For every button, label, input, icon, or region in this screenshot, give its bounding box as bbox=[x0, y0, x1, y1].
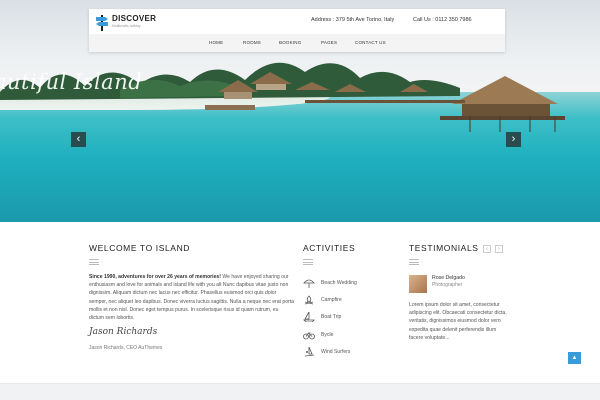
testimonial-prev-button[interactable]: ‹ bbox=[483, 245, 491, 253]
campfire-icon bbox=[304, 295, 314, 305]
windsurf-icon bbox=[304, 347, 315, 357]
signpost-icon[interactable] bbox=[95, 14, 109, 31]
testimonials-title: TESTIMONIALS bbox=[409, 243, 479, 253]
nav-pages[interactable]: PAGES bbox=[321, 40, 337, 45]
scroll-to-top-button[interactable]: ▲ bbox=[568, 352, 581, 364]
activities-title: ACTIVITIES bbox=[303, 243, 356, 253]
activity-label: Wind Surfers bbox=[321, 349, 351, 355]
arrow-up-icon: ▲ bbox=[571, 355, 578, 361]
chevron-left-icon: ‹ bbox=[486, 246, 488, 252]
header-phone: Call Us : 0112 350 7986 bbox=[413, 17, 472, 23]
testimonial-text: Lorem ipsum dolor sit amet, consectetur … bbox=[409, 302, 507, 341]
activity-label: Beach Wedding bbox=[321, 280, 357, 286]
welcome-body: We have enjoyed sharing our enthusiasm a… bbox=[89, 274, 294, 322]
slider-next-button[interactable]: › bbox=[506, 132, 521, 147]
slider-prev-button[interactable]: ‹ bbox=[71, 132, 86, 147]
testimonial-next-button[interactable]: › bbox=[495, 245, 503, 253]
section-divider bbox=[303, 259, 313, 265]
signature: Jason Richards bbox=[89, 327, 158, 337]
logo-tagline: Muliticrafts holiday bbox=[112, 24, 141, 28]
chevron-left-icon: ‹ bbox=[76, 133, 81, 145]
site-header: DISCOVER Muliticrafts holiday Address : … bbox=[89, 9, 505, 52]
chevron-right-icon: › bbox=[511, 133, 516, 145]
chevron-right-icon: › bbox=[498, 246, 500, 252]
logo-title[interactable]: DISCOVER bbox=[112, 14, 156, 23]
footer-band bbox=[0, 383, 600, 400]
nav-home[interactable]: HOME bbox=[209, 40, 223, 45]
activity-label: Bycle bbox=[321, 332, 334, 338]
header-top-bar: DISCOVER Muliticrafts holiday Address : … bbox=[89, 9, 505, 34]
nav-rooms[interactable]: ROOMS bbox=[243, 40, 261, 45]
nav-booking[interactable]: BOOKING bbox=[279, 40, 301, 45]
avatar bbox=[409, 275, 427, 293]
testimonial-name: Rose Delgado bbox=[432, 275, 465, 281]
signature-caption: Jason Richards, CEO AuThemes bbox=[89, 345, 163, 351]
sailboat-icon bbox=[303, 312, 315, 322]
hero-caption: autiful Island bbox=[0, 70, 143, 94]
main-nav: HOME ROOMS BOOKING PAGES CONTACT US bbox=[89, 34, 505, 52]
header-address: Address : 379 5th Ave Torino, Italy bbox=[311, 17, 395, 23]
activity-label: Campfire bbox=[321, 297, 342, 303]
beach-umbrella-icon bbox=[303, 279, 315, 288]
section-divider bbox=[89, 259, 99, 265]
section-divider bbox=[409, 259, 419, 265]
welcome-title: WELCOME TO ISLAND bbox=[89, 243, 191, 253]
nav-contact-us[interactable]: CONTACT US bbox=[355, 40, 386, 45]
activity-label: Boat Trip bbox=[321, 314, 342, 320]
bicycle-icon bbox=[303, 332, 315, 340]
testimonial-role: Photographer bbox=[432, 282, 463, 288]
welcome-text: Since 1990, adventures for over 26 years… bbox=[89, 273, 294, 322]
welcome-lead: Since 1990, adventures for over 26 years… bbox=[89, 274, 221, 280]
